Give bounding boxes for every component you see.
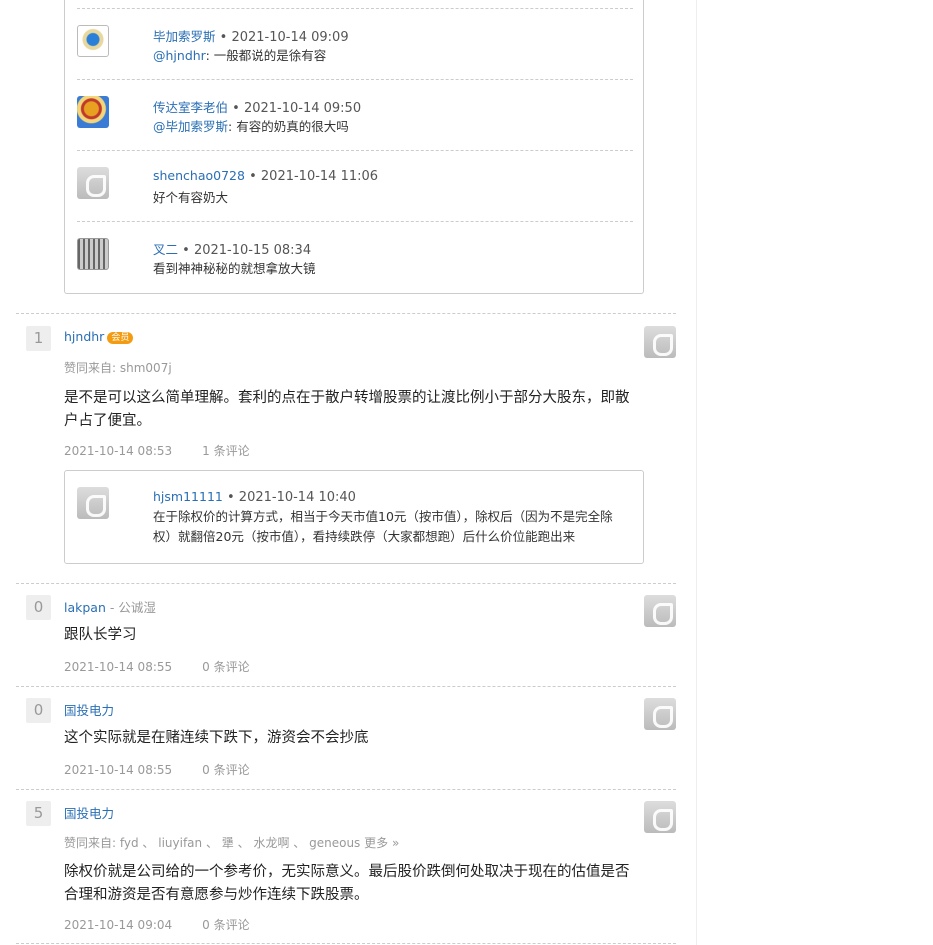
comment-time: 2021-10-14 10:40	[238, 490, 356, 505]
agree-list: 赞同来自: shm007j	[64, 359, 172, 376]
agree-user-link[interactable]: 水龙啊	[253, 836, 289, 850]
comment-item: 毕加索罗斯 • 2021-10-14 09:09 @hjndhr: 一般都说的是…	[77, 8, 633, 68]
user-avatar[interactable]	[77, 487, 109, 519]
agree-user-link[interactable]: shm007j	[120, 361, 172, 375]
answer-author: 国投电力	[64, 803, 114, 822]
comments-link[interactable]: 0 条评论	[202, 660, 249, 674]
vote-count[interactable]: 5	[26, 801, 51, 826]
comment-box: 毕加索罗斯 • 2021-10-14 09:09 @hjndhr: 一般都说的是…	[64, 0, 644, 294]
comment-user-link[interactable]: 毕加索罗斯	[153, 29, 216, 44]
agree-user-link[interactable]: fyd	[120, 836, 139, 850]
comment-box: hjsm11111 • 2021-10-14 10:40 在于除权价的计算方式，…	[64, 470, 644, 564]
vote-count[interactable]: 1	[26, 326, 51, 351]
comment-meta: 叉二 • 2021-10-15 08:34	[153, 242, 312, 258]
answers-column: 毕加索罗斯 • 2021-10-14 09:09 @hjndhr: 一般都说的是…	[0, 0, 697, 945]
comment-item: 传达室李老伯 • 2021-10-14 09:50 @毕加索罗斯: 有容的奶真的…	[77, 79, 633, 139]
agree-user-link[interactable]: liuyifan	[158, 836, 202, 850]
answer-content: 是不是可以这么简单理解。套利的点在于散户转增股票的让渡比例小于部分大股东，即散户…	[64, 390, 630, 429]
comment-item: 叉二 • 2021-10-15 08:34 看到神神秘秘的就想拿放大镜	[77, 221, 633, 281]
comment-meta: 毕加索罗斯 • 2021-10-14 09:09	[153, 29, 349, 45]
author-link[interactable]: 国投电力	[64, 703, 114, 718]
author-link[interactable]: hjndhr	[64, 329, 104, 344]
agree-list: 赞同来自: fyd 、 liuyifan 、 犟 、 水龙啊 、 geneous…	[64, 836, 400, 850]
vote-count[interactable]: 0	[26, 698, 51, 723]
answer-footer: 2021-10-14 08:55 0 条评论	[64, 761, 250, 778]
answer-time: 2021-10-14 08:55	[64, 763, 173, 777]
comment-time: 2021-10-14 09:50	[243, 101, 362, 116]
answer-content: 跟队长学习	[64, 627, 137, 643]
comment-time: 2021-10-15 08:34	[193, 243, 312, 258]
comment-time: 2021-10-14 11:06	[260, 169, 379, 184]
author-avatar[interactable]	[644, 698, 676, 730]
author-avatar[interactable]	[644, 326, 676, 358]
comment-text: 看到神神秘秘的就想拿放大镜	[153, 261, 316, 276]
comment-meta: hjsm11111 • 2021-10-14 10:40	[153, 489, 356, 505]
comment-text: 好个有容奶大	[153, 190, 229, 205]
answer-item: 5 国投电力 赞同来自: fyd 、 liuyifan 、 犟 、 水龙啊 、 …	[16, 789, 676, 945]
answer-content: 这个实际就是在赌连续下跌下，游资会不会抄底	[64, 730, 369, 746]
comment-body: : 有容的奶真的很大吗	[228, 119, 349, 134]
divider	[77, 8, 633, 9]
divider	[16, 943, 676, 944]
user-avatar[interactable]	[77, 238, 109, 270]
author-avatar[interactable]	[644, 801, 676, 833]
agree-more-link[interactable]: 更多 »	[364, 836, 399, 850]
agree-user-link[interactable]: geneous	[309, 836, 360, 850]
comment-body: : 一般都说的是徐有容	[205, 48, 327, 63]
comment-item: hjsm11111 • 2021-10-14 10:40 在于除权价的计算方式，…	[77, 471, 633, 565]
comment-time: 2021-10-14 09:09	[231, 30, 349, 45]
answer-time: 2021-10-14 08:53	[64, 444, 173, 458]
comment-user-link[interactable]: hjsm11111	[153, 489, 223, 504]
answer-item: 1 hjndhr 会员 赞同来自: shm007j 是不是可以这么简单理解。套利的…	[16, 313, 676, 583]
user-avatar[interactable]	[77, 167, 109, 199]
answer-author: 国投电力	[64, 700, 114, 719]
comment-user-link[interactable]: 叉二	[153, 242, 178, 257]
answer-footer: 2021-10-14 08:55 0 条评论	[64, 658, 250, 675]
answer-author: hjndhr 会员	[64, 329, 134, 344]
comments-link[interactable]: 0 条评论	[202, 918, 249, 932]
comment-item: shenchao0728 • 2021-10-14 11:06 好个有容奶大	[77, 150, 633, 210]
vote-count[interactable]: 0	[26, 595, 51, 620]
answer-footer: 2021-10-14 09:04 0 条评论	[64, 916, 250, 933]
comment-text: @毕加索罗斯: 有容的奶真的很大吗	[153, 117, 625, 137]
author-signature: 公诚湿	[118, 600, 156, 615]
comment-user-link[interactable]: shenchao0728	[153, 168, 245, 183]
agree-label: 赞同来自:	[64, 836, 117, 850]
divider	[77, 221, 633, 222]
mention-link[interactable]: @毕加索罗斯	[153, 119, 228, 134]
answer-time: 2021-10-14 08:55	[64, 660, 173, 674]
comment-meta: shenchao0728 • 2021-10-14 11:06	[153, 168, 379, 184]
answer-footer: 2021-10-14 08:53 1 条评论	[64, 442, 250, 459]
answer-time: 2021-10-14 09:04	[64, 918, 173, 932]
comments-link[interactable]: 1 条评论	[202, 444, 249, 458]
author-avatar[interactable]	[644, 595, 676, 627]
mention-link[interactable]: @hjndhr	[153, 48, 206, 63]
comment-text: @hjndhr: 一般都说的是徐有容	[153, 46, 625, 66]
comments-link[interactable]: 0 条评论	[202, 763, 249, 777]
member-badge: 会员	[107, 332, 134, 344]
user-avatar[interactable]	[77, 25, 109, 57]
comment-meta: 传达室李老伯 • 2021-10-14 09:50	[153, 100, 362, 116]
agree-user-link[interactable]: 犟	[222, 836, 234, 850]
agree-label: 赞同来自:	[64, 361, 117, 375]
comment-user-link[interactable]: 传达室李老伯	[153, 100, 228, 115]
comment-text: 在于除权价的计算方式，相当于今天市值10元（按市值），除权后（因为不是完全除权）…	[153, 509, 613, 544]
author-link[interactable]: lakpan	[64, 600, 106, 615]
answer-author: lakpan - 公诚湿	[64, 600, 156, 615]
answer-content: 除权价就是公司给的一个参考价，无实际意义。最后股价跌倒何处取决于现在的估值是否合…	[64, 864, 630, 903]
divider	[77, 150, 633, 151]
author-link[interactable]: 国投电力	[64, 806, 114, 821]
answer-item: 0 国投电力 这个实际就是在赌连续下跌下，游资会不会抄底 2021-10-14 …	[16, 686, 676, 789]
divider	[77, 79, 633, 80]
answer-item: 0 lakpan - 公诚湿 跟队长学习 2021-10-14 08:55 0 条…	[16, 583, 676, 686]
user-avatar[interactable]	[77, 96, 109, 128]
